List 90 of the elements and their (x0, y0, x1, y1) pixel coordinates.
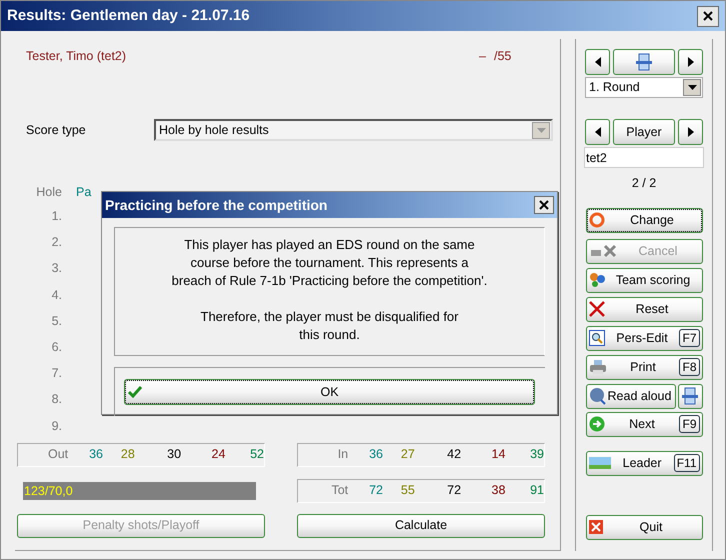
par-header: Pa (76, 184, 92, 201)
message-line: Therefore, the player must be disqualified for (200, 308, 458, 326)
player-button[interactable]: Player (613, 119, 675, 145)
hole-number: 1. (52, 208, 62, 225)
message-line: course before the tournament. This represents a (190, 254, 468, 272)
totals-value: 28 (120, 446, 135, 464)
side-button[interactable]: Reset (586, 296, 702, 322)
totals-label: Tot (330, 482, 350, 500)
player-count: 2 / 2 (632, 175, 656, 192)
people-icon (588, 272, 606, 288)
totals-value: 38 (490, 482, 506, 500)
ok-button[interactable]: OK (124, 379, 535, 405)
totals-label: Out (46, 446, 70, 464)
side-button[interactable]: Leader F11 (586, 450, 702, 476)
document-icon (682, 387, 698, 406)
window-title: Results: Gentlemen day - 21.07.16 (7, 6, 250, 26)
side-button[interactable]: Team scoring (586, 268, 702, 293)
shortcut-key: F7 (679, 329, 700, 348)
hole-number: 2. (52, 234, 62, 252)
cancel-icon (588, 244, 616, 258)
side-button[interactable]: Pers-Edit F7 (586, 326, 702, 351)
shortcut-key: F8 (679, 358, 700, 376)
right-arrow-icon (688, 57, 694, 67)
totals-value: 72 (446, 482, 462, 500)
previous-player-button[interactable] (585, 119, 610, 145)
previous-round-button[interactable] (585, 49, 610, 75)
printer-icon (588, 359, 606, 376)
next-round-button[interactable] (678, 49, 703, 75)
right-arrow-icon (688, 127, 694, 137)
totals-value: 55 (400, 482, 415, 500)
hole-number: 3. (52, 260, 62, 278)
left-arrow-icon (594, 127, 600, 137)
totals-value: 72 (368, 482, 383, 500)
calculate-button[interactable]: Calculate (297, 514, 545, 538)
hole-number: 9. (52, 418, 62, 434)
side-button[interactable]: Print F8 (586, 354, 702, 380)
hole-header: Hole (36, 184, 62, 201)
hole-number: 4. (52, 286, 62, 304)
score-type-dropdown[interactable]: Hole by hole results (154, 119, 553, 141)
totals-value: 36 (88, 446, 103, 464)
hole-number: 5. (52, 312, 62, 330)
side-button[interactable]: Quit (586, 514, 702, 540)
totals-value: 42 (446, 446, 462, 464)
round-print-button[interactable] (613, 49, 675, 75)
totals-value: 91 (529, 482, 544, 500)
shortcut-key: F11 (674, 454, 700, 472)
message-line: This player has played an EDS round on the same (184, 236, 475, 254)
speaker-icon (588, 387, 606, 406)
totals-value: 39 (529, 446, 544, 464)
read-aloud-print-button[interactable] (678, 384, 702, 409)
close-icon (703, 11, 713, 21)
hole-number: 7. (52, 365, 62, 382)
score-dash: – (479, 48, 486, 65)
side-button[interactable]: Next F9 (586, 412, 702, 437)
magnifier-icon (588, 330, 604, 346)
score-type-label: Score type (26, 122, 87, 139)
handicap-label: 123/70,0 (23, 482, 256, 500)
message-line: this round. (299, 326, 360, 344)
player-name: Tester, Timo (tet2) (26, 48, 126, 65)
side-button[interactable]: Read aloud (586, 384, 676, 409)
score-total: /55 (494, 48, 512, 65)
dropdown-caret-icon (536, 128, 546, 132)
document-icon (636, 53, 652, 71)
hole-number: 8. (52, 391, 62, 408)
hole-number: 6. (52, 338, 62, 356)
totals-label: In (336, 446, 350, 464)
left-arrow-icon (594, 57, 600, 67)
ring-icon (588, 212, 604, 228)
message-line: breach of Rule 7-1b 'Practicing before the competition'. (172, 272, 488, 290)
check-icon (128, 386, 142, 398)
close-icon (588, 520, 602, 534)
next-player-button[interactable] (678, 119, 703, 145)
dropdown-caret-icon (688, 85, 696, 90)
totals-value: 14 (490, 446, 506, 464)
close-icon (539, 200, 549, 210)
player-input[interactable]: tet2 (584, 147, 704, 168)
totals-value: 36 (368, 446, 383, 464)
shortcut-key: F9 (679, 415, 700, 434)
round-dropdown[interactable]: 1. Round (585, 77, 703, 98)
x-icon (588, 301, 604, 318)
totals-value: 24 (210, 446, 226, 464)
side-button[interactable]: Change (586, 208, 702, 233)
close-button[interactable] (697, 6, 719, 26)
totals-value: 52 (249, 446, 264, 464)
dialog-title: Practicing before the competition (105, 196, 328, 215)
landscape-icon (588, 457, 610, 470)
totals-value: 30 (166, 446, 182, 464)
totals-value: 27 (400, 446, 415, 464)
arrow-circle-icon (588, 416, 604, 432)
dialog-close-button[interactable] (534, 196, 554, 214)
